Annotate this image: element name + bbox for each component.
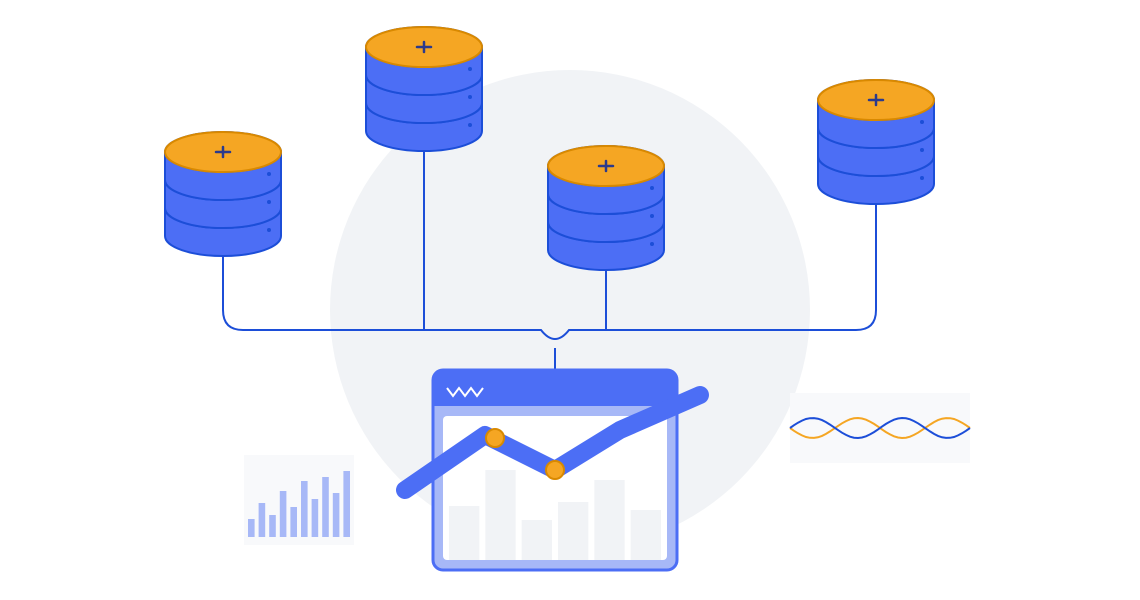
mini-bar bbox=[290, 507, 297, 537]
database-icon-db4 bbox=[818, 80, 934, 204]
dashboard-bar bbox=[594, 480, 624, 560]
dashboard-bar bbox=[449, 506, 479, 560]
mini-bar bbox=[333, 493, 340, 537]
dashboard-bar bbox=[558, 502, 588, 560]
mini-bar bbox=[301, 481, 308, 537]
mini-bar bbox=[280, 491, 287, 537]
mini-bar bbox=[248, 519, 255, 537]
mini-bar bbox=[269, 515, 276, 537]
diagram-stage bbox=[0, 0, 1140, 600]
mini-bar bbox=[312, 499, 319, 537]
dashboard-bar bbox=[522, 520, 552, 560]
mini-bar bbox=[322, 477, 329, 537]
mini-bar bbox=[343, 471, 350, 537]
mini-bar bbox=[259, 503, 266, 537]
trend-point-0 bbox=[486, 429, 504, 447]
diagram-svg bbox=[0, 0, 1140, 600]
database-icon-db3 bbox=[548, 146, 664, 270]
dashboard-bar bbox=[485, 470, 515, 560]
database-icon-db1 bbox=[165, 132, 281, 256]
database-icon-db2 bbox=[366, 27, 482, 151]
trend-point-1 bbox=[546, 461, 564, 479]
dashboard-bar bbox=[631, 510, 661, 560]
